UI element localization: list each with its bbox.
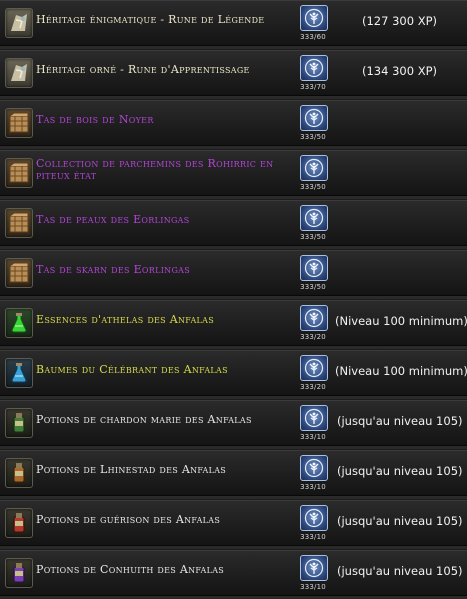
amber-flask-icon[interactable] bbox=[5, 458, 33, 488]
green-potion-icon[interactable] bbox=[5, 308, 33, 338]
item-name: Héritage énigmatique - Rune de Légende bbox=[36, 13, 265, 26]
list-item[interactable]: Tas de peaux des Eorlingas 333/50 bbox=[0, 200, 467, 249]
green-flask-icon[interactable] bbox=[5, 408, 33, 438]
list-item[interactable]: Potions de Conhuith des Anfalas 333/10 (… bbox=[0, 550, 467, 599]
item-name: Tas de skarn des Eorlingas bbox=[36, 263, 191, 276]
white-tree-token-icon bbox=[300, 105, 328, 131]
white-tree-token-icon bbox=[300, 305, 328, 331]
list-item[interactable]: Baumes du Célébrant des Anfalas 333/20 (… bbox=[0, 350, 467, 399]
item-note: (jusqu'au niveau 105) bbox=[337, 564, 463, 578]
blue-potion-icon[interactable] bbox=[5, 358, 33, 388]
white-tree-token-icon bbox=[300, 555, 328, 581]
item-name: Tas de bois de Noyer bbox=[36, 113, 154, 126]
rune-icon[interactable] bbox=[5, 58, 33, 88]
list-item[interactable]: Collection de parchemins des Rohirric en… bbox=[0, 150, 467, 199]
item-name: Baumes du Célébrant des Anfalas bbox=[36, 363, 228, 376]
crate-icon[interactable] bbox=[5, 108, 33, 138]
token-cost: 333/50 bbox=[300, 233, 326, 241]
crate-icon[interactable] bbox=[5, 158, 33, 188]
crate-icon[interactable] bbox=[5, 208, 33, 238]
item-name: Potions de Lhinestad des Anfalas bbox=[36, 463, 227, 476]
item-name: Héritage orné - Rune d'Apprentissage bbox=[36, 63, 250, 76]
white-tree-token-icon bbox=[300, 355, 328, 381]
crate-icon[interactable] bbox=[5, 258, 33, 288]
white-tree-token-icon bbox=[300, 5, 328, 31]
item-note: (jusqu'au niveau 105) bbox=[337, 414, 463, 428]
purple-flask-icon[interactable] bbox=[5, 558, 33, 588]
white-tree-token-icon bbox=[300, 405, 328, 431]
token-cost: 333/50 bbox=[300, 283, 326, 291]
item-name: Collection de parchemins des Rohirric en… bbox=[36, 157, 274, 182]
item-name: Potions de Conhuith des Anfalas bbox=[36, 563, 225, 576]
item-note: (127 300 XP) bbox=[362, 14, 437, 28]
token-cost: 333/10 bbox=[300, 433, 326, 441]
item-note: (Niveau 100 minimum) bbox=[335, 364, 467, 378]
item-name: Potions de guérison des Anfalas bbox=[36, 513, 221, 526]
white-tree-token-icon bbox=[300, 455, 328, 481]
item-note: (jusqu'au niveau 105) bbox=[337, 514, 463, 528]
item-name: Essences d'athelas des Anfalas bbox=[36, 313, 215, 326]
list-item[interactable]: Tas de skarn des Eorlingas 333/50 bbox=[0, 250, 467, 299]
list-item[interactable]: Tas de bois de Noyer 333/50 bbox=[0, 100, 467, 149]
token-cost: 333/50 bbox=[300, 183, 326, 191]
white-tree-token-icon bbox=[300, 255, 328, 281]
list-item[interactable]: Essences d'athelas des Anfalas 333/20 (N… bbox=[0, 300, 467, 349]
list-item[interactable]: Héritage orné - Rune d'Apprentissage 333… bbox=[0, 50, 467, 99]
item-name: Tas de peaux des Eorlingas bbox=[36, 213, 190, 226]
item-name: Potions de chardon marie des Anfalas bbox=[36, 413, 252, 426]
list-item[interactable]: Héritage énigmatique - Rune de Légende 3… bbox=[0, 0, 467, 49]
rune-icon[interactable] bbox=[5, 8, 33, 38]
token-cost: 333/20 bbox=[300, 333, 326, 341]
token-cost: 333/10 bbox=[300, 483, 326, 491]
list-item[interactable]: Potions de Lhinestad des Anfalas 333/10 … bbox=[0, 450, 467, 499]
item-note: (134 300 XP) bbox=[362, 64, 437, 78]
red-flask-icon[interactable] bbox=[5, 508, 33, 538]
item-note: (Niveau 100 minimum) bbox=[335, 314, 467, 328]
token-cost: 333/10 bbox=[300, 533, 326, 541]
token-cost: 333/10 bbox=[300, 583, 326, 591]
token-cost: 333/60 bbox=[300, 33, 326, 41]
white-tree-token-icon bbox=[300, 505, 328, 531]
white-tree-token-icon bbox=[300, 55, 328, 81]
list-item[interactable]: Potions de guérison des Anfalas 333/10 (… bbox=[0, 500, 467, 549]
token-cost: 333/70 bbox=[300, 83, 326, 91]
white-tree-token-icon bbox=[300, 205, 328, 231]
token-cost: 333/50 bbox=[300, 133, 326, 141]
white-tree-token-icon bbox=[300, 155, 328, 181]
list-item[interactable]: Potions de chardon marie des Anfalas 333… bbox=[0, 400, 467, 449]
barter-item-list: Héritage énigmatique - Rune de Légende 3… bbox=[0, 0, 467, 599]
item-note: (jusqu'au niveau 105) bbox=[337, 464, 463, 478]
token-cost: 333/20 bbox=[300, 383, 326, 391]
